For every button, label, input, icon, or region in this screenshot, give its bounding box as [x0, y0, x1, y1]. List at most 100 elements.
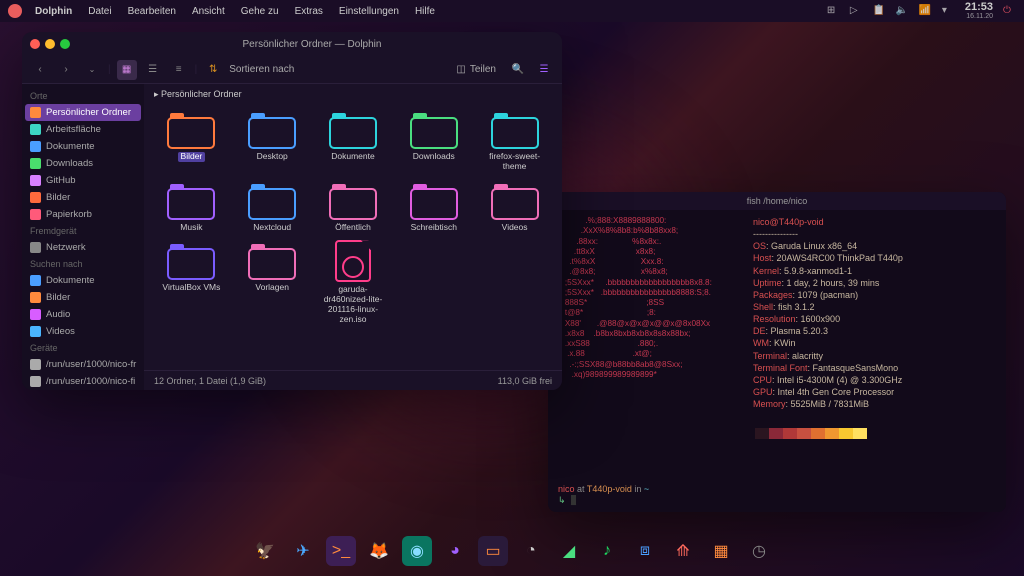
tray-power-icon[interactable]: ⏻ — [1003, 5, 1016, 18]
folder-name: garuda-dr460nized-lite-201116-linux-zen.… — [318, 285, 388, 324]
terminal-body[interactable]: .%;888:X8889888800: .XxX%8%8b8:b%8b88xx8… — [548, 210, 1006, 484]
tray-dashboard-icon[interactable]: ⊞ — [827, 5, 840, 18]
places-header: Orte — [22, 88, 144, 104]
sidebar-item[interactable]: /run/user/1000/nico-fr — [22, 356, 144, 373]
folder-icon — [30, 359, 41, 370]
view-compact-button[interactable]: ☰ — [143, 60, 163, 80]
view-details-button[interactable]: ≡ — [169, 60, 189, 80]
menu-hilfe[interactable]: Hilfe — [408, 4, 442, 19]
sidebar-item[interactable]: /run/user/1000/nico-fi — [22, 373, 144, 390]
color-swatches — [755, 428, 996, 439]
dock-spotify[interactable]: ♪ — [592, 536, 622, 566]
sort-icon[interactable]: ⇅ — [203, 60, 223, 80]
app-icon[interactable] — [8, 4, 22, 18]
menu-bearbeiten[interactable]: Bearbeiten — [121, 4, 183, 19]
sidebar-item[interactable]: Papierkorb — [22, 206, 144, 223]
folder-item[interactable]: Dokumente — [316, 109, 391, 174]
folder-icon — [410, 182, 458, 220]
sort-label[interactable]: Sortieren nach — [229, 64, 294, 75]
remote-header: Fremdgerät — [22, 223, 144, 239]
sidebar-item[interactable]: Downloads — [22, 155, 144, 172]
folder-item[interactable]: firefox-sweet-theme — [477, 109, 552, 174]
folder-item[interactable]: Öffentlich — [316, 180, 391, 235]
neofetch-output: nico@T440p-void --------------- OS: Garu… — [753, 216, 996, 478]
share-button[interactable]: ◫ Teilen — [450, 62, 502, 77]
dock-settings[interactable]: ▦ — [706, 536, 736, 566]
view-icons-button[interactable]: ▦ — [117, 60, 137, 80]
folder-name: Videos — [502, 223, 528, 233]
folder-item[interactable]: garuda-dr460nized-lite-201116-linux-zen.… — [316, 240, 391, 326]
folder-name: Schreibtisch — [411, 223, 457, 233]
sidebar-item[interactable]: Videos — [22, 323, 144, 340]
sidebar-item[interactable]: Dokumente — [22, 138, 144, 155]
dock-element[interactable]: ◉ — [402, 536, 432, 566]
tray-volume-icon[interactable]: 🔈 — [896, 5, 909, 18]
sidebar-item[interactable]: Dokumente — [22, 272, 144, 289]
maximize-button[interactable] — [60, 39, 70, 49]
dock-konsole[interactable]: >_ — [326, 536, 356, 566]
terminal-window: fish /home/nico .%;888:X8889888800: .XxX… — [548, 192, 1006, 512]
folder-item[interactable]: Schreibtisch — [396, 180, 471, 235]
folder-grid[interactable]: Bilder DesktopDokumenteDownloadsfirefox-s… — [144, 105, 562, 370]
folder-icon — [248, 182, 296, 220]
folder-icon — [30, 242, 41, 253]
prompt[interactable]: nico at T440p-void in ~ ↳ _ — [548, 484, 1006, 512]
folder-item[interactable]: Desktop — [235, 109, 310, 174]
sidebar-item[interactable]: Bilder — [22, 289, 144, 306]
status-left: 12 Ordner, 1 Datei (1,9 GiB) — [154, 376, 266, 386]
search-header: Suchen nach — [22, 256, 144, 272]
folder-name: Vorlagen — [255, 283, 289, 293]
sidebar-item[interactable]: Bilder — [22, 189, 144, 206]
clock-date: 16.11.20 — [965, 13, 993, 20]
menu-button[interactable]: ☰ — [534, 60, 554, 80]
minimize-button[interactable] — [45, 39, 55, 49]
folder-item[interactable]: Bilder — [154, 109, 229, 174]
menu-gehe zu[interactable]: Gehe zu — [234, 4, 286, 19]
dock-garuda[interactable]: 🦅 — [250, 536, 280, 566]
folder-item[interactable]: Vorlagen — [235, 240, 310, 326]
sidebar-item[interactable]: Arbeitsfläche — [22, 121, 144, 138]
close-button[interactable] — [30, 39, 40, 49]
nav-back-button[interactable]: ‹ — [30, 60, 50, 80]
window-title: Persönlicher Ordner — Dolphin — [70, 39, 554, 50]
dock-files[interactable]: ▭ — [478, 536, 508, 566]
breadcrumb[interactable]: ▸ Persönlicher Ordner — [144, 84, 562, 105]
tray-network-icon[interactable]: 📶 — [919, 5, 932, 18]
folder-item[interactable]: Nextcloud — [235, 180, 310, 235]
tray-expand-icon[interactable]: ▾ — [942, 5, 955, 18]
dock-vim[interactable]: ◢ — [554, 536, 584, 566]
toolbar: ‹ › ⌄ | ▦ ☰ ≡ | ⇅ Sortieren nach ◫ Teile… — [22, 56, 562, 84]
nav-dropdown-button[interactable]: ⌄ — [82, 60, 102, 80]
sidebar-item[interactable]: Persönlicher Ordner — [25, 104, 141, 121]
nav-forward-button[interactable]: › — [56, 60, 76, 80]
dock-clock[interactable]: ◷ — [744, 536, 774, 566]
search-button[interactable]: 🔍 — [508, 60, 528, 80]
sidebar-item[interactable]: Netzwerk — [22, 239, 144, 256]
clock[interactable]: 21:53 16.11.20 — [965, 2, 993, 20]
dock-virtualbox[interactable]: ⧈ — [630, 536, 660, 566]
dock-monitor[interactable]: ⟰ — [668, 536, 698, 566]
app-name[interactable]: Dolphin — [28, 4, 79, 19]
menu-ansicht[interactable]: Ansicht — [185, 4, 232, 19]
terminal-title[interactable]: fish /home/nico — [548, 192, 1006, 210]
menu-einstellungen[interactable]: Einstellungen — [332, 4, 406, 19]
folder-item[interactable]: Videos — [477, 180, 552, 235]
sidebar-item[interactable]: Audio — [22, 306, 144, 323]
tray-media-icon[interactable]: ▷ — [850, 5, 863, 18]
ascii-art: .%;888:X8889888800: .XxX%8%8b8:b%8b88xx8… — [558, 216, 753, 478]
tray-clipboard-icon[interactable]: 📋 — [873, 5, 886, 18]
dock-github[interactable]: ◔ — [516, 536, 546, 566]
menu-extras[interactable]: Extras — [288, 4, 330, 19]
menu-datei[interactable]: Datei — [81, 4, 118, 19]
folder-item[interactable]: Musik — [154, 180, 229, 235]
folder-item[interactable]: Downloads — [396, 109, 471, 174]
folder-icon — [329, 111, 377, 149]
folder-icon — [410, 111, 458, 149]
titlebar[interactable]: Persönlicher Ordner — Dolphin — [22, 32, 562, 56]
folder-name: Bilder — [178, 152, 206, 162]
sidebar-item[interactable]: GitHub — [22, 172, 144, 189]
dock-telegram[interactable]: ✈ — [288, 536, 318, 566]
dock-discord[interactable]: ◕ — [440, 536, 470, 566]
folder-item[interactable]: VirtualBox VMs — [154, 240, 229, 326]
dock-firefox[interactable]: 🦊 — [364, 536, 394, 566]
